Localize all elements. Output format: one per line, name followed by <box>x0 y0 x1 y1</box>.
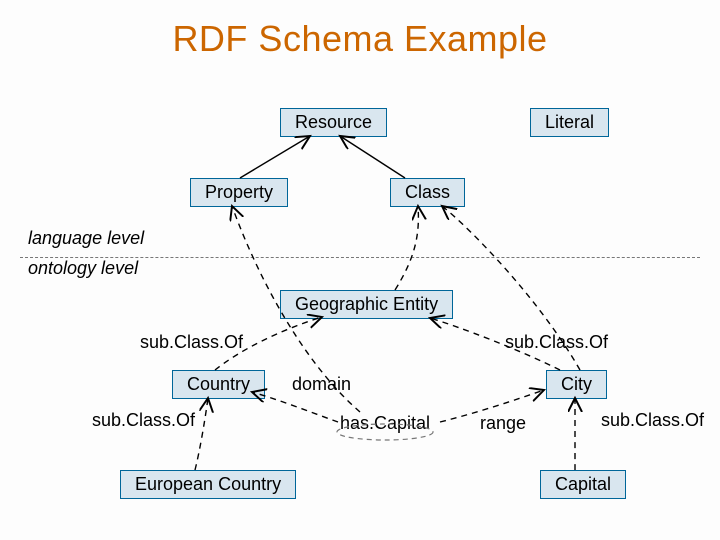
node-geographic-entity: Geographic Entity <box>280 290 453 319</box>
label-subclassof-right: sub.Class.Of <box>505 332 608 353</box>
label-domain: domain <box>292 374 351 395</box>
node-resource: Resource <box>280 108 387 137</box>
node-property: Property <box>190 178 288 207</box>
node-country: Country <box>172 370 265 399</box>
label-subclassof-br: sub.Class.Of <box>601 410 704 431</box>
label-subclassof-bl: sub.Class.Of <box>92 410 195 431</box>
node-capital: Capital <box>540 470 626 499</box>
label-ontology-level: ontology level <box>28 258 138 279</box>
node-class: Class <box>390 178 465 207</box>
label-range: range <box>480 413 526 434</box>
page-title: RDF Schema Example <box>0 18 720 60</box>
node-city: City <box>546 370 607 399</box>
node-european-country: European Country <box>120 470 296 499</box>
label-subclassof-left: sub.Class.Of <box>140 332 243 353</box>
label-language-level: language level <box>28 228 144 249</box>
label-has-capital: has.Capital <box>340 413 430 434</box>
node-literal: Literal <box>530 108 609 137</box>
